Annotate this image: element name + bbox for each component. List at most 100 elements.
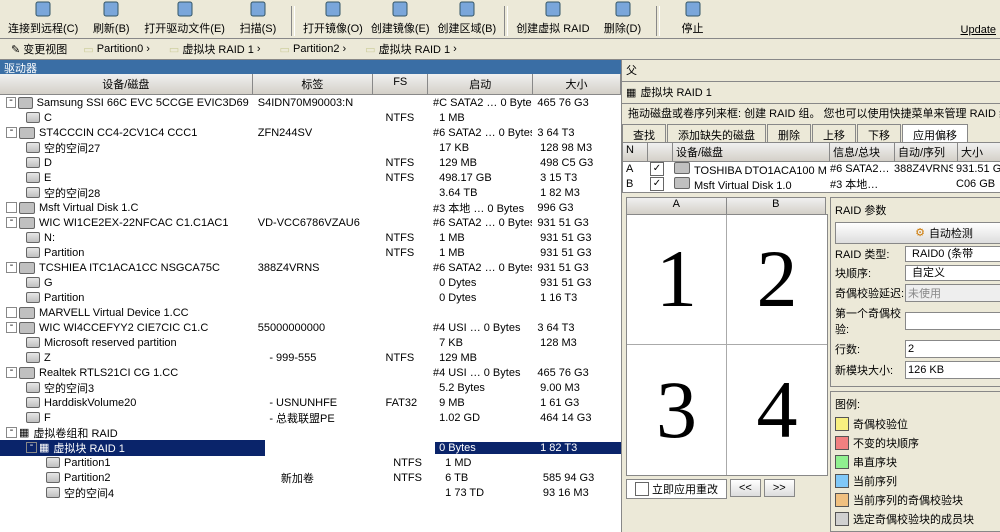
expand-icon[interactable]: - (6, 367, 17, 378)
mcol-chk[interactable] (648, 143, 673, 161)
expand-icon[interactable]: - (6, 427, 17, 438)
expand-icon[interactable]: - (6, 97, 16, 108)
toolbar-create-image[interactable]: 创建镜像(E) (371, 0, 430, 36)
apply-now-checkbox[interactable]: 立即应用重改 (626, 479, 727, 499)
right-tab-1[interactable]: 添加缺失的磁盘 (667, 124, 766, 142)
disk-icon (18, 97, 33, 109)
raid-icon: ▦ (19, 426, 29, 439)
folder-icon: ▭ (280, 43, 290, 56)
right-tab-2[interactable]: 删除 (767, 124, 811, 142)
expand-icon[interactable]: - (6, 127, 17, 138)
device-row[interactable]: 空的空间283.64 TB1 82 M3 (0, 185, 621, 200)
crumb-3[interactable]: ▭ 虚拟块 RAID 1 › (358, 39, 467, 59)
raid-title: 虚拟块 RAID 1 (640, 84, 712, 100)
device-row[interactable]: N:NTFS1 MB931 51 G3 (0, 230, 621, 245)
toolbar-raid[interactable]: 创建虚拟 RAID (516, 0, 589, 36)
device-row[interactable]: -WIC WI4CCEFYY2 CIE7CIC C1.C55000000000#… (0, 320, 621, 335)
toolbar-refresh[interactable]: 刷新(B) (86, 0, 136, 36)
prev-button[interactable]: << (730, 479, 761, 497)
mcol-n[interactable]: N (623, 143, 648, 161)
raid-icon: ▦ (626, 86, 636, 99)
device-row[interactable]: 空的空间35.2 Bytes9.00 M3 (0, 380, 621, 395)
device-row[interactable]: MARVELL Virtual Device 1.CC (0, 305, 621, 320)
matrix-col-header: B (727, 198, 826, 214)
right-tab-3[interactable]: 上移 (812, 124, 856, 142)
change-view-button[interactable]: ✎ 变更视图 (4, 39, 74, 59)
device-row[interactable]: Z- 999-555NTFS129 MB (0, 350, 621, 365)
first-parity-input[interactable] (905, 312, 1000, 330)
raid-params-title: RAID 参数 (835, 202, 1000, 218)
device-row[interactable]: -ST4CCCIN CC4-2CV1C4 CCC1ZFN244SV#6 SATA… (0, 125, 621, 140)
device-row[interactable]: CNTFS1 MB (0, 110, 621, 125)
device-row[interactable]: Msft Virtual Disk 1.C#3 本地 … 0 Bytes996 … (0, 200, 621, 215)
device-row[interactable]: Microsoft reserved partition7 KB128 M3 (0, 335, 621, 350)
toolbar-scan[interactable]: 扫描(S) (233, 0, 283, 36)
mcol-dev[interactable]: 设备/磁盘 (673, 143, 830, 161)
col-label[interactable]: 标签 (253, 74, 373, 94)
toolbar-image[interactable]: 打开镜像(O) (303, 0, 363, 36)
right-tab-strip: 查找添加缺失的磁盘删除上移下移应用偏移 (622, 124, 1000, 142)
device-row[interactable]: -▦虚拟卷组和 RAID (0, 425, 621, 440)
mcol-info[interactable]: 信息/总块 (830, 143, 895, 161)
open-icon (175, 0, 195, 19)
expand-icon[interactable]: - (26, 442, 37, 453)
right-tab-5[interactable]: 应用偏移 (902, 124, 968, 142)
update-link[interactable]: Update (961, 24, 996, 36)
member-grid: N 设备/磁盘 信息/总块 自动/序列 大小 A✓TOSHIBA DTO1ACA… (622, 142, 1000, 193)
expand-icon[interactable] (6, 307, 17, 318)
crumb-2[interactable]: ▭ Partition2 › (273, 41, 357, 58)
device-row[interactable]: ENTFS498.17 GB3 15 T3 (0, 170, 621, 185)
col-start[interactable]: 启动 (428, 74, 533, 94)
expand-icon[interactable]: - (6, 322, 17, 333)
volume-icon (46, 457, 60, 468)
checkbox-icon[interactable]: ✓ (650, 162, 664, 176)
device-row[interactable]: DNTFS129 MB498 C5 G3 (0, 155, 621, 170)
next-button[interactable]: >> (764, 479, 795, 497)
toolbar-region[interactable]: 创建区域(B) (438, 0, 497, 36)
matrix-cell[interactable]: 2 (727, 215, 827, 345)
device-row[interactable]: -Realtek RTLS21CI CG 1.CC#4 USI … 0 Byte… (0, 365, 621, 380)
toolbar-open[interactable]: 打开驱动文件(E) (144, 0, 225, 36)
device-row[interactable]: -WIC WI1CE2EX-22NFCAC C1.C1AC1VD-VCC6786… (0, 215, 621, 230)
mcol-size[interactable]: 大小 (958, 143, 1000, 161)
matrix-cell[interactable]: 3 (627, 345, 727, 475)
matrix-cell[interactable]: 1 (627, 215, 727, 345)
device-row[interactable]: 空的空间2717 KB128 98 M3 (0, 140, 621, 155)
col-device[interactable]: 设备/磁盘 (0, 74, 253, 94)
device-row[interactable]: 空的空间41 73 TD93 16 M3 (0, 485, 621, 500)
auto-detect-button[interactable]: ⚙ 自动检测 (835, 222, 1000, 244)
matrix-cell[interactable]: 4 (727, 345, 827, 475)
rows-input[interactable] (905, 340, 1000, 358)
right-tab-0[interactable]: 查找 (622, 124, 666, 142)
crumb-1[interactable]: ▭ 虚拟块 RAID 1 › (162, 39, 271, 59)
expand-icon[interactable]: - (6, 217, 17, 228)
toolbar-delete[interactable]: 删除(D) (598, 0, 648, 36)
device-row[interactable]: Partition1NTFS1 MD (0, 455, 621, 470)
device-row[interactable]: HarddiskVolume20- USNUNHFEFAT329 MB1 61 … (0, 395, 621, 410)
crumb-0[interactable]: ▭ Partition0 › (76, 41, 160, 58)
checkbox-icon[interactable]: ✓ (650, 177, 664, 191)
device-row[interactable]: PartitionNTFS1 MB931 51 G3 (0, 245, 621, 260)
mcol-seq[interactable]: 自动/序列 (895, 143, 958, 161)
device-row[interactable]: -▦虚拟块 RAID 10 Bytes1 82 T3 (0, 440, 621, 455)
expand-icon[interactable]: - (6, 262, 17, 273)
right-tab-4[interactable]: 下移 (857, 124, 901, 142)
device-row[interactable]: -TCSHIEA ITC1ACA1CC NSGCA75C388Z4VRNS#6 … (0, 260, 621, 275)
device-row[interactable]: G0 Dytes931 51 G3 (0, 275, 621, 290)
block-order-select[interactable]: 自定义 (905, 265, 1000, 281)
device-row[interactable]: -Samsung SSI 66C EVC 5CCGE EVIC3D69S4IDN… (0, 95, 621, 110)
block-size-input[interactable] (905, 361, 1000, 379)
block-matrix[interactable]: 1234 (626, 214, 828, 476)
expand-icon[interactable] (6, 202, 17, 213)
member-row[interactable]: A✓TOSHIBA DTO1ACA100 MS2…#6 SATA2…388Z4V… (623, 162, 1000, 177)
member-row[interactable]: B✓Msft Virtual Disk 1.0#3 本地…C06 GB (623, 177, 1000, 192)
col-size[interactable]: 大小 (533, 74, 621, 94)
raid-type-select[interactable]: RAID0 (条带 (905, 246, 1000, 262)
toolbar-connect[interactable]: 连接到远程(C) (8, 0, 78, 36)
device-row[interactable]: F- 总裁联盟PE1.02 GD464 14 G3 (0, 410, 621, 425)
toolbar-stop[interactable]: 停止 (668, 0, 718, 36)
disk-icon (19, 262, 35, 274)
device-row[interactable]: Partition0 Dytes1 16 T3 (0, 290, 621, 305)
col-fs[interactable]: FS (373, 74, 428, 94)
device-row[interactable]: Partition2新加卷NTFS6 TB585 94 G3 (0, 470, 621, 485)
